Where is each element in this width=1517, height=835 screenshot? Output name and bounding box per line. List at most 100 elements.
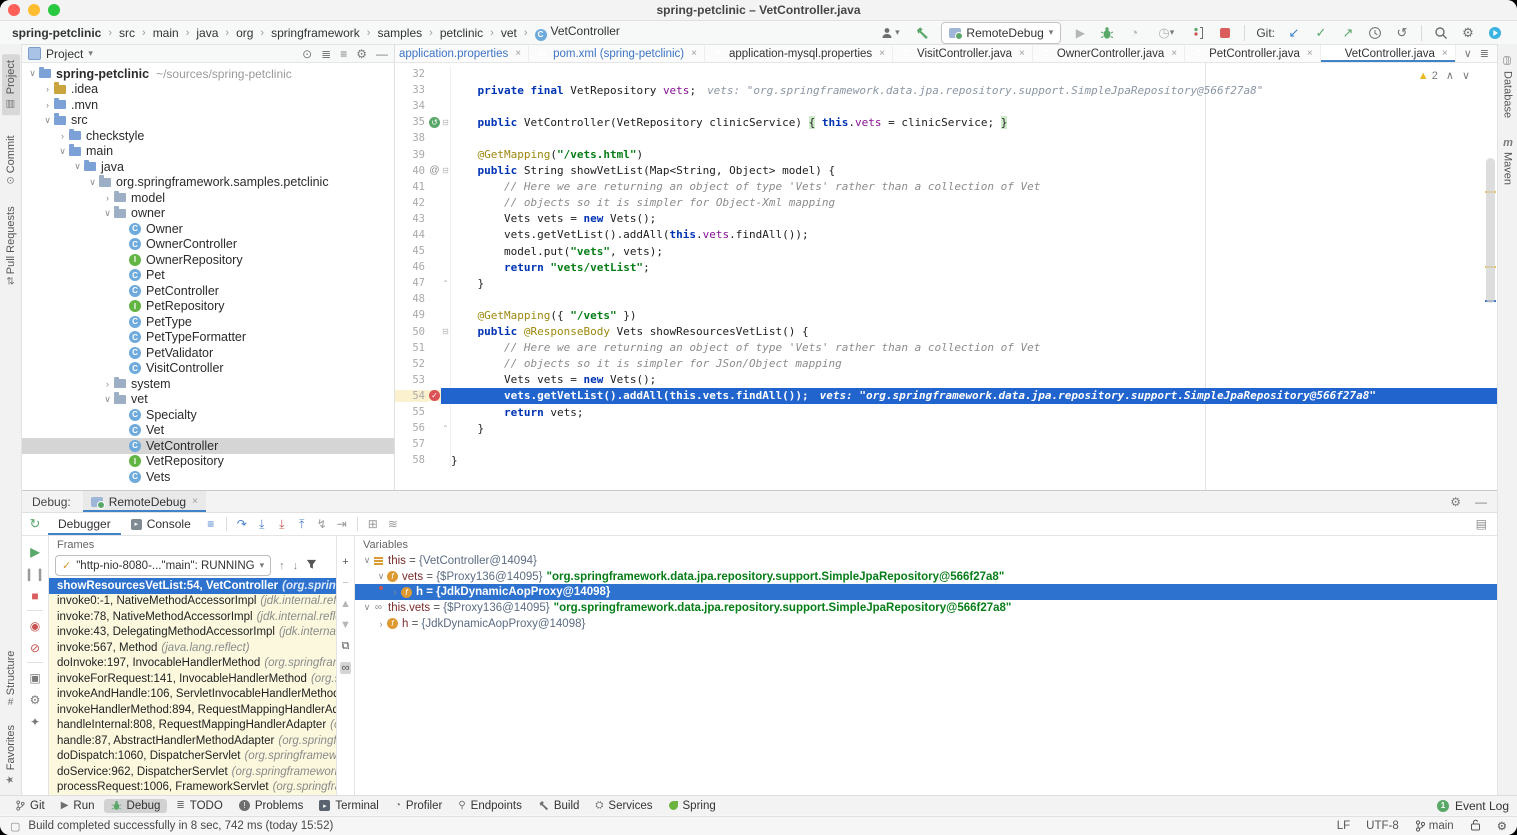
tree-item-vetrepository[interactable]: IVetRepository (22, 454, 394, 470)
run-configuration-select[interactable]: RemoteDebug▾ (941, 22, 1061, 44)
tree-item-vet[interactable]: CVet (22, 423, 394, 439)
tree-item-petcontroller[interactable]: CPetController (22, 283, 394, 299)
breakpoint-icon[interactable]: ✓ (428, 390, 441, 401)
line-number[interactable]: 55 (395, 406, 428, 418)
stack-frame[interactable]: invoke:78, NativeMethodAccessorImpl(jdk.… (49, 609, 336, 625)
encoding-widget[interactable]: UTF-8 (1366, 820, 1399, 832)
variable-expander[interactable]: ∨ (361, 555, 373, 566)
mute-breakpoints-icon[interactable]: ⊘ (30, 640, 40, 655)
code-line-53[interactable]: 53 Vets vets = new Vets(); (395, 372, 1497, 388)
stack-frame[interactable]: invokeHandlerMethod:894, RequestMappingH… (49, 702, 336, 718)
stop-button-icon[interactable] (1217, 25, 1233, 41)
stack-frame[interactable]: processRequest:1006, FrameworkServlet(or… (49, 780, 336, 796)
status-message[interactable]: Build completed successfully in 8 sec, 7… (28, 820, 333, 832)
code-line-44[interactable]: 44 vets.getVetList().addAll(this.vets.fi… (395, 227, 1497, 243)
run-button-icon[interactable]: ▶ (1072, 25, 1088, 41)
tab-options-icon[interactable]: ≣ (1480, 47, 1489, 60)
layout-settings-icon[interactable]: ▤ (1476, 517, 1487, 531)
tree-item-specialty[interactable]: CSpecialty (22, 407, 394, 423)
tree-expander[interactable]: ∨ (71, 161, 84, 172)
tree-item--mvn[interactable]: ›.mvn (22, 97, 394, 113)
close-tab-icon[interactable]: × (515, 48, 521, 59)
git-commit-icon[interactable]: ✓ (1313, 25, 1329, 41)
code-line-58[interactable]: 58} (395, 452, 1497, 468)
stack-frame[interactable]: invokeForRequest:141, InvocableHandlerMe… (49, 671, 336, 687)
recent-history-icon[interactable] (1367, 25, 1383, 41)
line-number[interactable]: 38 (395, 132, 428, 144)
code-line-52[interactable]: 52 // objects so it is simpler for JSon/… (395, 356, 1497, 372)
frame-up-icon[interactable]: ↑ (279, 560, 285, 572)
code-line-46[interactable]: 46 return "vets/vetList"; (395, 259, 1497, 275)
variable-row[interactable]: ›fh = {JdkDynamicAopProxy@14098} (355, 616, 1497, 632)
tab-console[interactable]: ▸Console (121, 513, 201, 535)
close-tab-icon[interactable]: × (1307, 48, 1313, 59)
variable-row[interactable]: ∨fvets = {$Proxy136@14095}"org.springfra… (355, 569, 1497, 585)
tree-item--idea[interactable]: ›.idea (22, 82, 394, 98)
tree-item-model[interactable]: ›model (22, 190, 394, 206)
event-log-button[interactable]: Event Log (1455, 799, 1509, 813)
tree-item-org-springframework-samples-petclinic[interactable]: ∨org.springframework.samples.petclinic (22, 175, 394, 191)
sidebar-item-favorites[interactable]: ★Favorites (5, 725, 17, 785)
tree-item-system[interactable]: ›system (22, 376, 394, 392)
thread-dump-icon[interactable]: ▣ (29, 670, 40, 685)
tree-expander[interactable]: ∨ (41, 115, 54, 126)
filter-frames-icon[interactable] (306, 559, 317, 573)
git-push-icon[interactable]: ↗ (1340, 25, 1356, 41)
variable-row[interactable]: ›fh = {JdkDynamicAopProxy@14098} (355, 584, 1497, 600)
line-number[interactable]: 32 (395, 68, 428, 80)
tree-item-pet[interactable]: CPet (22, 268, 394, 284)
tree-item-vets[interactable]: CVets (22, 469, 394, 485)
move-watch-up-icon[interactable]: ▲ (340, 598, 351, 610)
code-line-57[interactable]: 57 (395, 436, 1497, 452)
tree-item-visitcontroller[interactable]: CVisitController (22, 361, 394, 377)
code-line-42[interactable]: 42 // objects so it is simpler for Objec… (395, 195, 1497, 211)
search-everywhere-icon[interactable] (1433, 25, 1449, 41)
breadcrumb-item[interactable]: src (119, 26, 135, 40)
stack-frame[interactable]: handleInternal:808, RequestMappingHandle… (49, 718, 336, 734)
variable-expander[interactable]: ∨ (361, 602, 373, 613)
breadcrumb-item[interactable]: main (153, 26, 179, 40)
breadcrumb-item[interactable]: spring-petclinic (12, 26, 101, 40)
line-number[interactable]: 50 (395, 326, 428, 338)
close-tab-icon[interactable]: × (691, 48, 697, 59)
stack-frame[interactable]: handle:87, AbstractHandlerMethodAdapter(… (49, 733, 336, 749)
build-hammer-icon[interactable] (914, 25, 930, 41)
debug-settings-icon[interactable]: ⚙ (1450, 495, 1461, 509)
line-number[interactable]: 52 (395, 358, 428, 370)
sidebar-item-structure[interactable]: #Structure (5, 651, 17, 705)
hide-debug-icon[interactable]: — (1475, 495, 1487, 509)
fold-marker[interactable]: ⊟ (441, 163, 451, 179)
line-number[interactable]: 33 (395, 84, 428, 96)
debug-session-tab[interactable]: RemoteDebug × (83, 491, 206, 512)
tree-expander[interactable]: ∨ (101, 394, 114, 405)
close-tab-icon[interactable]: × (879, 48, 885, 59)
stack-frame[interactable]: invoke:43, DelegatingMethodAccessorImpl(… (49, 625, 336, 641)
show-watches-icon[interactable]: ∞ (340, 662, 352, 674)
tree-expander[interactable]: › (101, 379, 114, 389)
sidebar-item-database[interactable]: ⛁Database (1501, 54, 1514, 118)
pause-icon[interactable]: ❙❙ (24, 566, 46, 581)
fold-marker[interactable]: ⊟ (441, 324, 451, 340)
fold-marker[interactable]: ⌃ (441, 275, 451, 291)
step-out-icon[interactable]: ⤒ (292, 517, 312, 532)
line-number[interactable]: 43 (395, 213, 428, 225)
tree-expander[interactable]: › (101, 193, 114, 203)
debug-gear-icon[interactable]: ⚙ (30, 692, 41, 707)
line-number[interactable]: 45 (395, 245, 428, 257)
remove-watch-icon[interactable]: − (342, 577, 348, 589)
editor-tab[interactable]: mpom.xml (spring-petclinic)× (529, 45, 705, 63)
hidden-tabs-icon[interactable]: ∨ (1464, 47, 1472, 60)
code-editor[interactable]: 3233 private final VetRepository vets;ve… (395, 63, 1497, 490)
expand-all-icon[interactable]: ≣ (321, 47, 331, 61)
tab-debugger[interactable]: Debugger (48, 513, 121, 535)
code-line-50[interactable]: 50⊟ public @ResponseBody Vets showResour… (395, 324, 1497, 340)
tree-expander[interactable]: ∨ (26, 68, 39, 79)
line-number[interactable]: 51 (395, 342, 428, 354)
collapse-all-icon[interactable]: ≡ (340, 47, 347, 61)
editor-tab[interactable]: ⚘application-mysql.properties× (705, 45, 893, 63)
code-line-39[interactable]: 39 @GetMapping("/vets.html") (395, 146, 1497, 162)
trace-icon[interactable]: ≋ (383, 517, 403, 531)
tree-item-owner[interactable]: ∨owner (22, 206, 394, 222)
close-tab-icon[interactable]: × (1171, 48, 1177, 59)
code-line-43[interactable]: 43 Vets vets = new Vets(); (395, 211, 1497, 227)
